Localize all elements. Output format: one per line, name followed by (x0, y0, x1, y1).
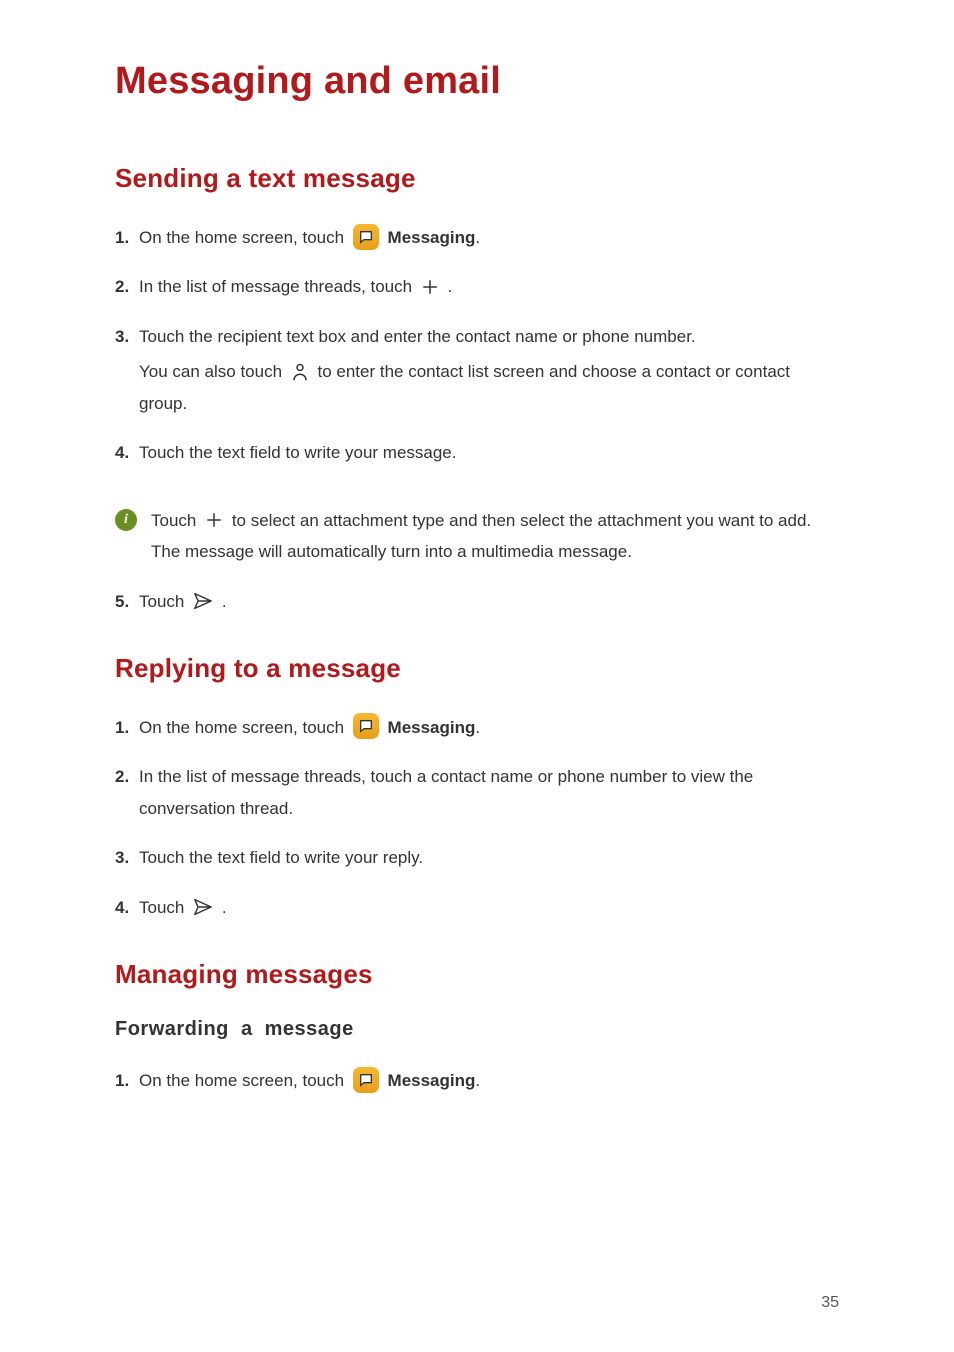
step-text: Touch (139, 898, 189, 917)
messaging-app-icon (353, 224, 379, 250)
info-icon: i (115, 509, 137, 531)
step-text: Touch (139, 592, 189, 611)
steps-replying: 1. On the home screen, touch Messaging. … (115, 712, 839, 923)
plus-icon (421, 278, 439, 296)
step-text: On the home screen, touch (139, 228, 349, 247)
step-number: 1. (115, 1065, 129, 1096)
step-text: On the home screen, touch (139, 718, 349, 737)
note-text: to select an attachment type and then se… (151, 511, 811, 561)
step-item: 4. Touch the text field to write your me… (115, 437, 839, 468)
send-icon (193, 592, 213, 610)
step-text: In the list of message threads, touch a … (139, 767, 753, 817)
step-subtext: You can also touch to enter the contact … (139, 356, 839, 419)
info-note: i Touch to select an attachment type and… (115, 505, 839, 568)
step-item: 2. In the list of message threads, touch… (115, 271, 839, 302)
app-name: Messaging (388, 228, 476, 247)
page-title: Messaging and email (115, 60, 839, 103)
step-text: Touch the recipient text box and enter t… (139, 327, 696, 346)
step-text: . (475, 228, 480, 247)
step-item: 1. On the home screen, touch Messaging. (115, 712, 839, 743)
steps-forwarding: 1. On the home screen, touch Messaging. (115, 1065, 839, 1096)
step-text: . (222, 592, 227, 611)
step-item: 2. In the list of message threads, touch… (115, 761, 839, 824)
step-number: 4. (115, 437, 129, 468)
subsection-heading-forwarding: Forwarding a message (115, 1018, 839, 1041)
step-text: Touch the text field to write your reply… (139, 848, 423, 867)
messaging-app-icon (353, 713, 379, 739)
step-text: . (222, 898, 227, 917)
step-number: 2. (115, 761, 129, 792)
step-item: 1. On the home screen, touch Messaging. (115, 1065, 839, 1096)
section-heading-sending: Sending a text message (115, 163, 839, 194)
section-heading-managing: Managing messages (115, 959, 839, 990)
step-item: 4. Touch . (115, 892, 839, 923)
step-text: . (448, 277, 453, 296)
step-text: Touch the text field to write your messa… (139, 443, 457, 462)
plus-icon (205, 511, 223, 529)
step-number: 4. (115, 892, 129, 923)
step-number: 1. (115, 222, 129, 253)
section-heading-replying: Replying to a message (115, 653, 839, 684)
note-text: Touch (151, 511, 201, 530)
step-text: In the list of message threads, touch (139, 277, 417, 296)
steps-sending: 1. On the home screen, touch Messaging. … (115, 222, 839, 469)
contact-icon (291, 362, 309, 382)
page-number: 35 (821, 1294, 839, 1312)
step-number: 3. (115, 321, 129, 352)
step-number: 5. (115, 586, 129, 617)
step-item: 3. Touch the text field to write your re… (115, 842, 839, 873)
step-number: 1. (115, 712, 129, 743)
messaging-app-icon (353, 1067, 379, 1093)
step-item: 1. On the home screen, touch Messaging. (115, 222, 839, 253)
step-number: 3. (115, 842, 129, 873)
step-item: 3. Touch the recipient text box and ente… (115, 321, 839, 419)
send-icon (193, 898, 213, 916)
step-text: . (475, 1071, 480, 1090)
steps-sending-cont: 5. Touch . (115, 586, 839, 617)
app-name: Messaging (388, 718, 476, 737)
document-page: Messaging and email Sending a text messa… (0, 0, 954, 1352)
step-item: 5. Touch . (115, 586, 839, 617)
note-body: Touch to select an attachment type and t… (151, 505, 839, 568)
step-number: 2. (115, 271, 129, 302)
step-text: You can also touch (139, 362, 287, 381)
app-name: Messaging (388, 1071, 476, 1090)
step-text: . (475, 718, 480, 737)
step-text: On the home screen, touch (139, 1071, 349, 1090)
